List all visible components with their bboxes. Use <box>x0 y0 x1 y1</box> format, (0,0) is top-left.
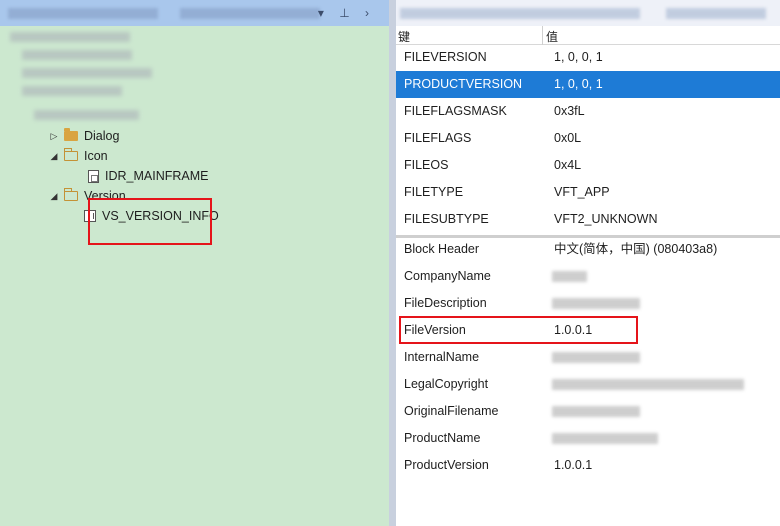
redacted-value[interactable] <box>552 433 658 444</box>
tree-item-label: IDR_MAINFRAME <box>105 169 209 183</box>
row-value[interactable]: 1.0.0.1 <box>554 452 592 479</box>
folder-icon <box>64 128 78 141</box>
redacted-value[interactable] <box>552 379 744 390</box>
chevron-down-icon[interactable]: ◢ <box>48 186 60 206</box>
tree-item-label: Icon <box>84 149 108 163</box>
resource-view-panel: ▾ ⊥ › ▷ Dialog ◢ Icon IDR_MAINFRAME ◢ Ve… <box>0 0 389 526</box>
row-key: FILEFLAGSMASK <box>404 104 507 118</box>
tree-item-label: Dialog <box>84 129 120 143</box>
grid-row-filetype[interactable]: FILETYPE VFT_APP <box>396 179 780 206</box>
chevron-down-icon[interactable]: ◢ <box>48 146 60 166</box>
folder-open-icon <box>64 188 78 201</box>
grid-row-internalname[interactable]: InternalName <box>396 344 780 371</box>
highlight-box <box>88 198 212 245</box>
redacted-value[interactable] <box>552 271 587 282</box>
row-value[interactable]: 1, 0, 0, 1 <box>554 71 603 98</box>
row-key: FileDescription <box>404 296 487 310</box>
redacted-value[interactable] <box>552 298 640 309</box>
grid-row-fileflagsmask[interactable]: FILEFLAGSMASK 0x3fL <box>396 98 780 125</box>
key-column-header[interactable]: 键 <box>398 28 410 45</box>
version-editor-panel: 键 值 FILEVERSION 1, 0, 0, 1 PRODUCTVERSIO… <box>396 0 780 526</box>
row-value[interactable]: 1, 0, 0, 1 <box>554 44 603 71</box>
grid-row-productversion[interactable]: PRODUCTVERSION 1, 0, 0, 1 <box>396 71 780 98</box>
grid-row-fileos[interactable]: FILEOS 0x4L <box>396 152 780 179</box>
row-value[interactable]: 中文(简体，中国) (080403a8) <box>554 236 717 263</box>
tree-item-idr-mainframe[interactable]: IDR_MAINFRAME <box>88 166 208 186</box>
row-value[interactable]: VFT_APP <box>554 179 610 206</box>
tree-item-dialog[interactable]: ▷ Dialog <box>48 126 119 146</box>
highlight-box <box>399 316 638 344</box>
chevron-right-icon[interactable]: ▷ <box>48 126 60 146</box>
row-key: ProductVersion <box>404 458 489 472</box>
grid-row-originalfilename[interactable]: OriginalFilename <box>396 398 780 425</box>
grid-row-legalcopyright[interactable]: LegalCopyright <box>396 371 780 398</box>
row-value[interactable]: 0x4L <box>554 152 581 179</box>
tree-item-icon[interactable]: ◢ Icon <box>48 146 108 166</box>
row-key: CompanyName <box>404 269 491 283</box>
row-value[interactable]: 0x3fL <box>554 98 585 125</box>
grid-row-companyname[interactable]: CompanyName <box>396 263 780 290</box>
grid-row-productversion-block[interactable]: ProductVersion 1.0.0.1 <box>396 452 780 479</box>
redacted-value[interactable] <box>552 352 640 363</box>
panel-title-bar: ▾ ⊥ › <box>0 0 389 26</box>
row-key: InternalName <box>404 350 480 364</box>
row-key: FILESUBTYPE <box>404 212 489 226</box>
grid-header: 键 值 <box>396 26 780 45</box>
grid-row-fileflags[interactable]: FILEFLAGS 0x0L <box>396 125 780 152</box>
row-key: FILEFLAGS <box>404 131 472 145</box>
pin-icon[interactable]: ▾ ⊥ › <box>318 6 375 20</box>
grid-row-block-header[interactable]: Block Header 中文(简体，中国) (080403a8) <box>396 236 780 263</box>
row-key: FILETYPE <box>404 185 464 199</box>
row-key: LegalCopyright <box>404 377 489 391</box>
icon-resource-icon <box>88 169 99 183</box>
grid-row-productname[interactable]: ProductName <box>396 425 780 452</box>
row-key: OriginalFilename <box>404 404 499 418</box>
redacted-value[interactable] <box>552 406 640 417</box>
row-key: FILEOS <box>404 158 449 172</box>
row-key: ProductName <box>404 431 481 445</box>
grid-row-fileversion[interactable]: FILEVERSION 1, 0, 0, 1 <box>396 44 780 71</box>
row-value[interactable]: VFT2_UNKNOWN <box>554 206 657 233</box>
grid-row-filesubtype[interactable]: FILESUBTYPE VFT2_UNKNOWN <box>396 206 780 233</box>
row-key: Block Header <box>404 242 480 256</box>
value-column-header[interactable]: 值 <box>546 28 558 45</box>
grid-row-filedescription[interactable]: FileDescription <box>396 290 780 317</box>
column-divider[interactable] <box>542 26 543 45</box>
row-key: PRODUCTVERSION <box>404 77 523 91</box>
folder-open-icon <box>64 148 78 161</box>
pane-splitter[interactable] <box>389 0 396 526</box>
row-key: FILEVERSION <box>404 50 487 64</box>
editor-tab-bar <box>396 0 780 26</box>
row-value[interactable]: 0x0L <box>554 125 581 152</box>
